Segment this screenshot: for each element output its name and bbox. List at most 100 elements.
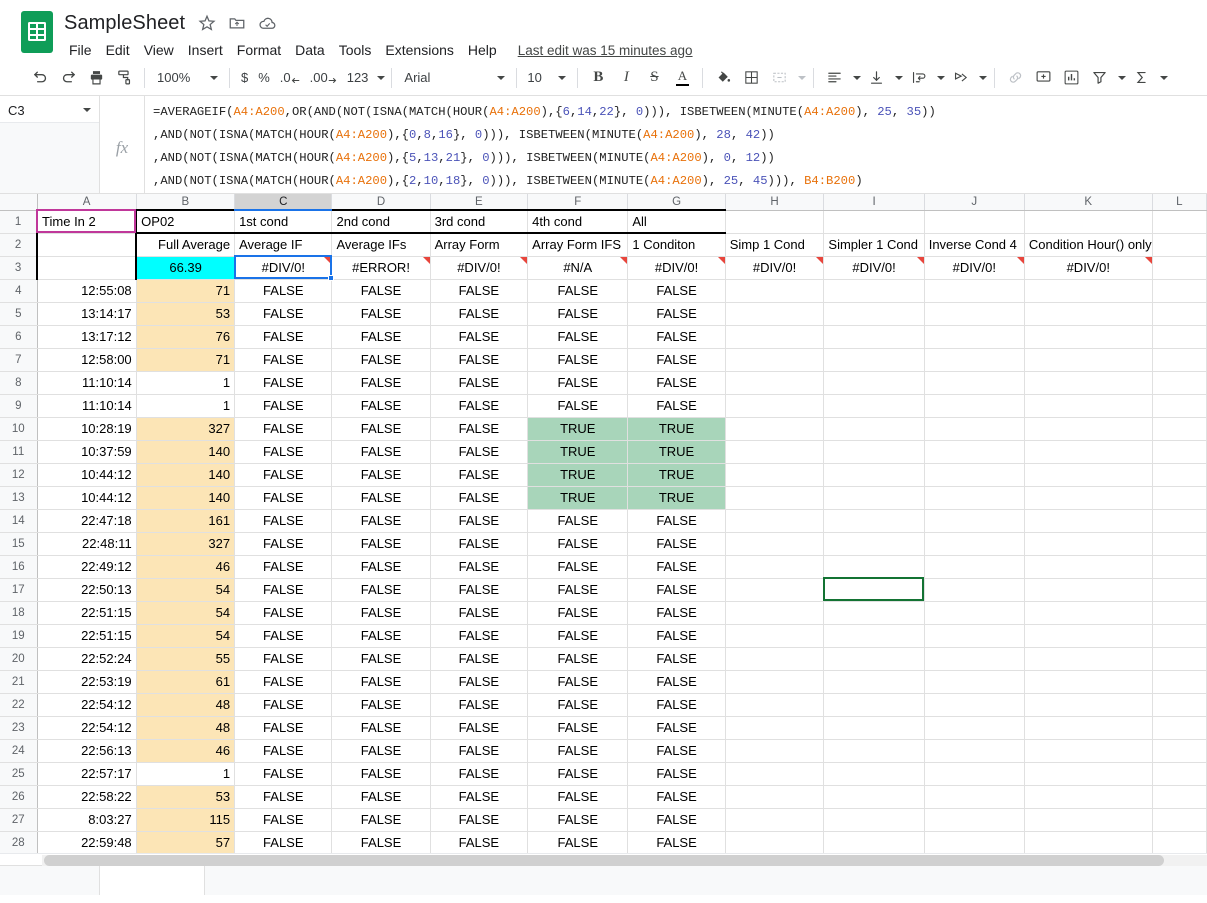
font-family-select[interactable]: Arial [398,65,510,91]
row-header-18[interactable]: 18 [0,601,38,625]
cell-C12[interactable]: FALSE [234,463,333,487]
cell-H11[interactable] [725,440,825,464]
cell-D10[interactable]: FALSE [331,417,431,441]
cell-B8[interactable]: 1 [136,371,236,395]
sheet-controls[interactable] [0,866,100,895]
cell-G18[interactable]: FALSE [627,601,726,625]
cell-E27[interactable]: FALSE [430,808,529,832]
cell-G15[interactable]: FALSE [627,532,726,556]
cell-E20[interactable]: FALSE [430,647,529,671]
cell-K20[interactable] [1024,647,1153,671]
cell-L25[interactable] [1152,762,1207,786]
name-box[interactable]: C3 [0,98,99,122]
cell-E16[interactable]: FALSE [430,555,529,579]
cell-J5[interactable] [924,302,1025,326]
cell-L6[interactable] [1152,325,1207,349]
cell-K21[interactable] [1024,670,1153,694]
cell-A20[interactable]: 22:52:24 [37,647,137,671]
last-edit-status[interactable]: Last edit was 15 minutes ago [518,43,693,58]
row-header-25[interactable]: 25 [0,762,38,786]
cell-L18[interactable] [1152,601,1207,625]
cell-A13[interactable]: 10:44:12 [37,486,137,510]
cell-G3[interactable]: #DIV/0! [627,256,726,280]
cell-I5[interactable] [823,302,925,326]
cell-E18[interactable]: FALSE [430,601,529,625]
cell-K6[interactable] [1024,325,1153,349]
cell-H7[interactable] [725,348,825,372]
cell-A7[interactable]: 12:58:00 [37,348,137,372]
cell-A8[interactable]: 11:10:14 [37,371,137,395]
filter-dropdown-icon[interactable] [1113,64,1127,92]
cell-H18[interactable] [725,601,825,625]
create-filter-icon[interactable] [1085,64,1113,92]
cell-K8[interactable] [1024,371,1153,395]
cell-B13[interactable]: 140 [136,486,236,510]
cell-L5[interactable] [1152,302,1207,326]
cell-J10[interactable] [924,417,1025,441]
cell-D23[interactable]: FALSE [331,716,431,740]
cell-B17[interactable]: 54 [136,578,236,602]
cell-E26[interactable]: FALSE [430,785,529,809]
cell-J28[interactable] [924,831,1025,853]
cell-B2[interactable]: Full Average [135,232,236,257]
cell-H10[interactable] [725,417,825,441]
row-header-10[interactable]: 10 [0,417,38,441]
cell-J6[interactable] [924,325,1025,349]
scrollbar-thumb[interactable] [44,855,1164,866]
increase-decimal-button[interactable]: .00 [305,65,342,91]
cell-B3[interactable]: 66.39 [135,256,236,280]
select-all-corner[interactable] [0,194,38,211]
comment-indicator-icon[interactable] [916,256,924,264]
cell-F11[interactable]: TRUE [527,440,629,464]
cell-L20[interactable] [1152,647,1207,671]
cell-J21[interactable] [924,670,1025,694]
cell-E6[interactable]: FALSE [430,325,529,349]
cell-E24[interactable]: FALSE [430,739,529,763]
cell-A28[interactable]: 22:59:48 [37,831,137,853]
cell-C22[interactable]: FALSE [234,693,333,717]
cell-G17[interactable]: FALSE [627,578,726,602]
cell-C7[interactable]: FALSE [234,348,333,372]
cell-G14[interactable]: FALSE [627,509,726,533]
cell-A23[interactable]: 22:54:12 [37,716,137,740]
cell-J27[interactable] [924,808,1025,832]
document-title[interactable]: SampleSheet [62,12,187,35]
column-header-h[interactable]: H [725,194,825,211]
cell-F18[interactable]: FALSE [527,601,629,625]
cell-J15[interactable] [924,532,1025,556]
cell-B15[interactable]: 327 [136,532,236,556]
cell-L4[interactable] [1152,279,1207,303]
cell-H24[interactable] [725,739,825,763]
cell-B21[interactable]: 61 [136,670,236,694]
row-header-8[interactable]: 8 [0,371,38,395]
cell-L15[interactable] [1152,532,1207,556]
cell-J25[interactable] [924,762,1025,786]
cell-D19[interactable]: FALSE [331,624,431,648]
row-header-9[interactable]: 9 [0,394,38,418]
cell-L7[interactable] [1152,348,1207,372]
merge-dropdown-icon[interactable] [793,64,807,92]
cell-F20[interactable]: FALSE [527,647,629,671]
cell-D14[interactable]: FALSE [331,509,431,533]
cell-J11[interactable] [924,440,1025,464]
cell-A6[interactable]: 13:17:12 [37,325,137,349]
cell-L28[interactable] [1152,831,1207,853]
cell-I26[interactable] [823,785,925,809]
cell-F27[interactable]: FALSE [527,808,629,832]
cell-C16[interactable]: FALSE [234,555,333,579]
cell-B20[interactable]: 55 [136,647,236,671]
cell-F23[interactable]: FALSE [527,716,629,740]
cell-E8[interactable]: FALSE [430,371,529,395]
cell-A9[interactable]: 11:10:14 [37,394,137,418]
cell-B7[interactable]: 71 [136,348,236,372]
cell-F21[interactable]: FALSE [527,670,629,694]
cell-C24[interactable]: FALSE [234,739,333,763]
cell-F15[interactable]: FALSE [527,532,629,556]
cell-L8[interactable] [1152,371,1207,395]
cell-K27[interactable] [1024,808,1153,832]
functions-dropdown-icon[interactable] [1155,64,1169,92]
cell-E17[interactable]: FALSE [430,578,529,602]
cell-G5[interactable]: FALSE [627,302,726,326]
cell-B27[interactable]: 115 [136,808,236,832]
column-header-a[interactable]: A [37,194,137,211]
